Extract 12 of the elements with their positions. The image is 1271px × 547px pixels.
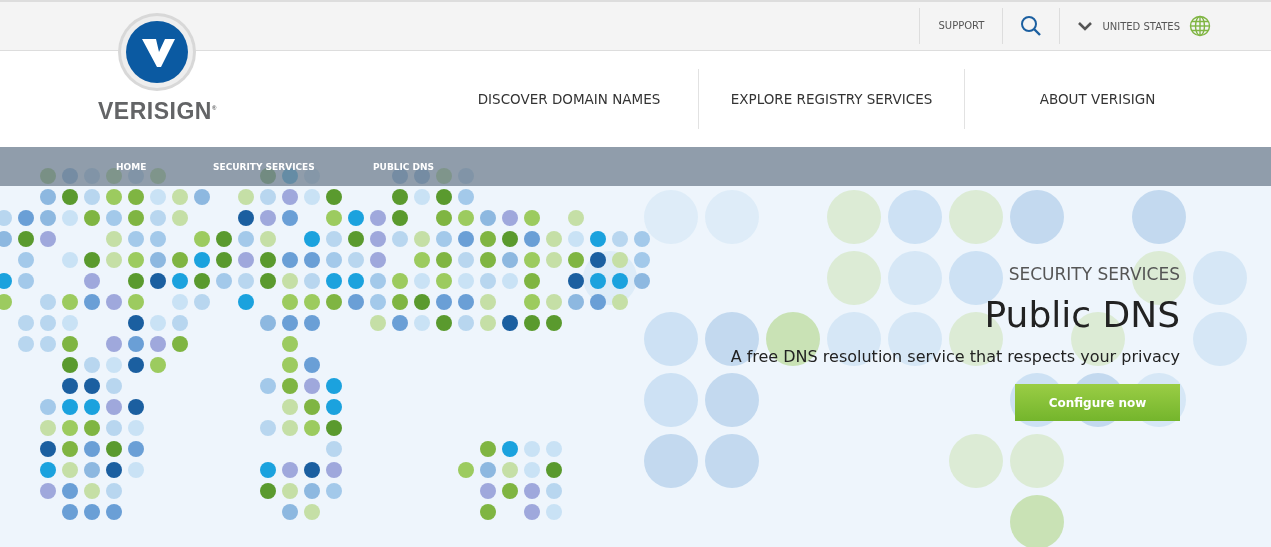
region-selector[interactable]: UNITED STATES (1102, 20, 1180, 32)
nav-link[interactable]: EXPLORE REGISTRY SERVICES (699, 91, 964, 107)
hero-eyebrow: SECURITY SERVICES (1008, 264, 1180, 284)
hero-subtitle: A free DNS resolution service that respects your privacy (730, 347, 1180, 366)
logo-icon[interactable] (117, 12, 198, 92)
nav-link[interactable]: ABOUT VERISIGN (965, 91, 1230, 107)
search-icon[interactable] (1020, 15, 1043, 37)
chevron-down-icon[interactable] (1077, 21, 1094, 31)
globe-icon (1189, 15, 1211, 37)
logo-wordmark[interactable]: VERISIGN$^{®}$ (98, 98, 217, 125)
hero-title: Public DNS (984, 294, 1180, 335)
nav-link[interactable]: DISCOVER DOMAIN NAMES (440, 91, 698, 107)
